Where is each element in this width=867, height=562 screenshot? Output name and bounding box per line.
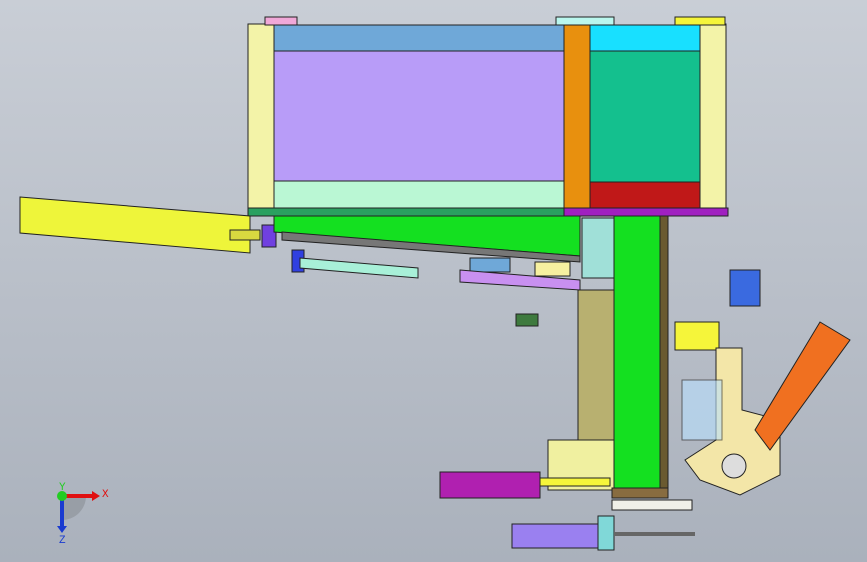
violet-cylinder [511,523,599,549]
axis-triad: X Y Z [57,482,109,547]
y-axis-label: Y [59,482,66,494]
orange-bracket [754,321,851,451]
top-beam [273,24,565,52]
orange-column [563,24,591,211]
central-column [613,215,661,489]
x-axis-label: X [102,489,109,501]
yellow-arm [19,196,251,254]
cad-3d-viewport[interactable]: X Y Z [0,0,867,562]
green-panel [589,50,701,183]
machine-assembly [19,16,851,551]
z-axis-label: Z [59,535,66,547]
magenta-cylinder [439,471,541,499]
frame-left-post [247,23,275,215]
purple-panel [273,50,565,182]
